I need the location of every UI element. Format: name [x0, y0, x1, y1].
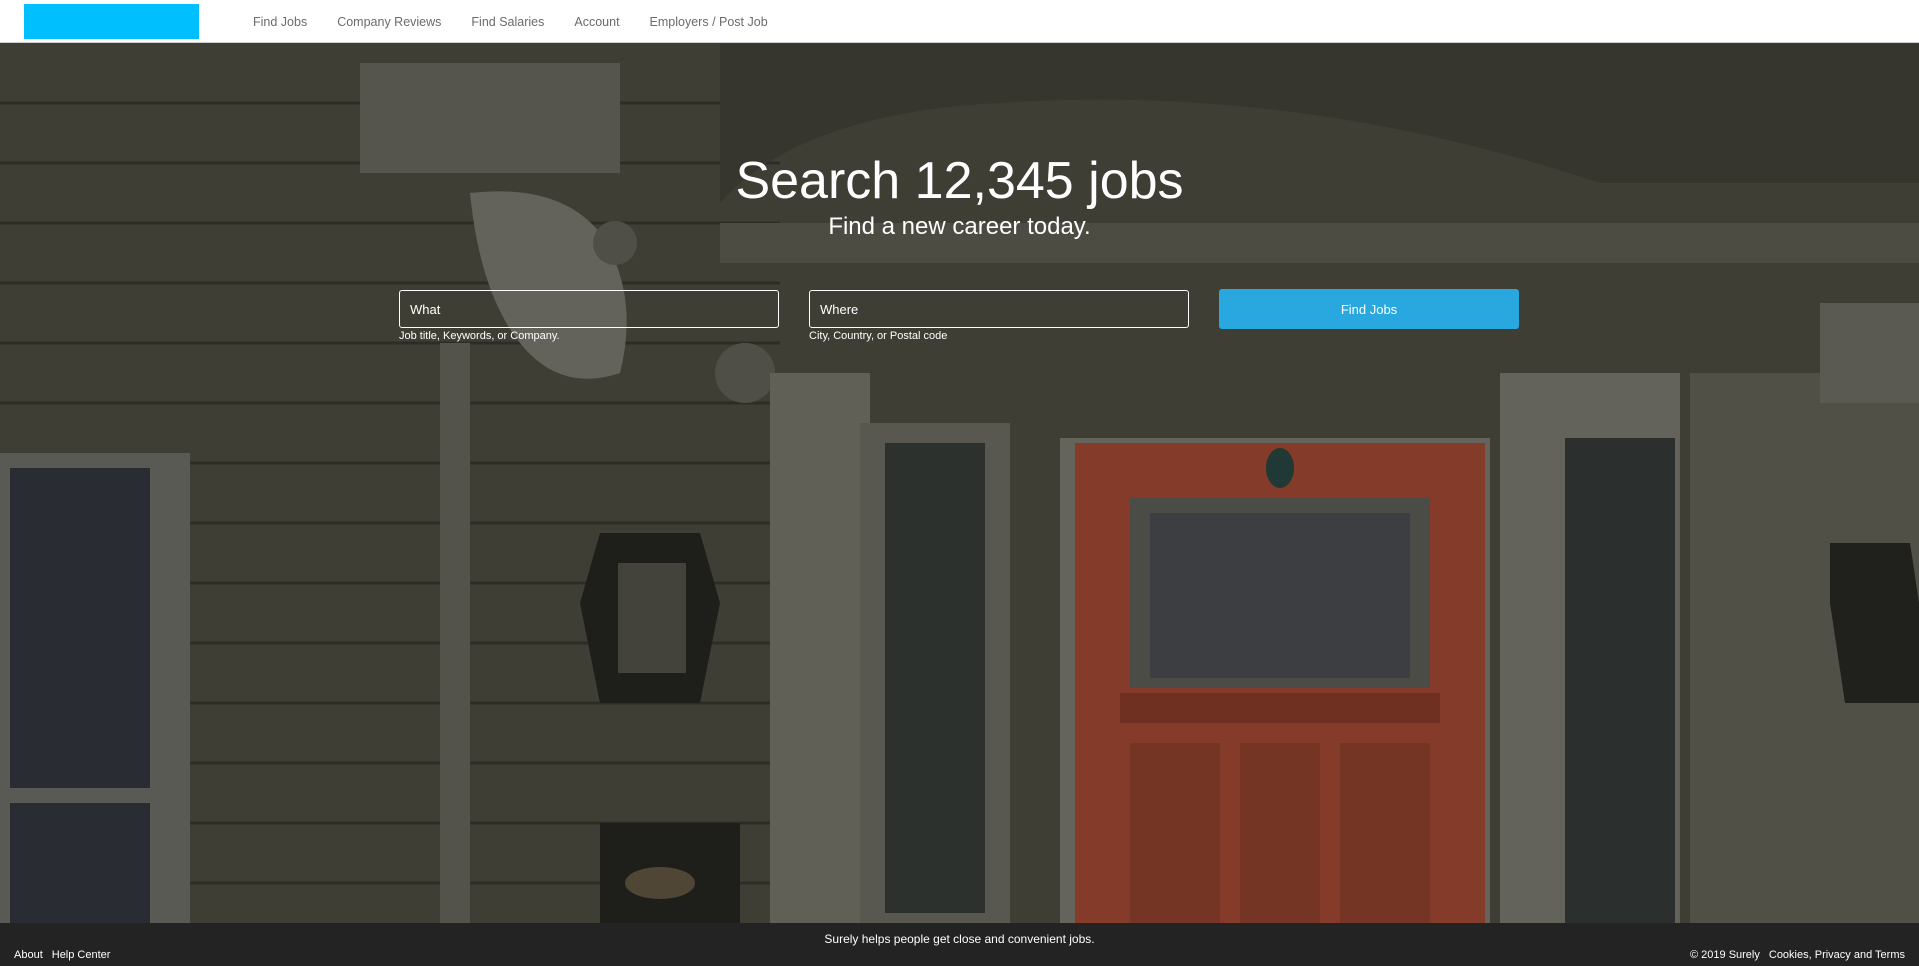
where-search-input[interactable] — [809, 290, 1189, 328]
footer-about-link[interactable]: About — [14, 949, 43, 961]
main-nav: Find Jobs Company Reviews Find Salaries … — [253, 0, 798, 43]
what-hint: Job title, Keywords, or Company. — [399, 330, 560, 342]
what-search-input[interactable] — [399, 290, 779, 328]
site-logo[interactable] — [24, 4, 199, 39]
hero-title: Search 12,345 jobs — [735, 152, 1184, 210]
hero-section: Search 12,345 jobs Find a new career tod… — [0, 43, 1919, 923]
nav-account[interactable]: Account — [574, 15, 619, 29]
site-footer: Surely helps people get close and conven… — [0, 923, 1919, 966]
hero-subtitle: Find a new career today. — [828, 213, 1091, 240]
footer-terms-link[interactable]: Cookies, Privacy and Terms — [1769, 949, 1905, 961]
nav-employers-post-job[interactable]: Employers / Post Job — [650, 15, 768, 29]
footer-copyright: © 2019 Surely — [1690, 949, 1760, 961]
nav-find-salaries[interactable]: Find Salaries — [471, 15, 544, 29]
footer-help-center-link[interactable]: Help Center — [52, 949, 111, 961]
top-navigation-bar: Find Jobs Company Reviews Find Salaries … — [0, 0, 1919, 43]
find-jobs-button[interactable]: Find Jobs — [1219, 289, 1519, 329]
nav-company-reviews[interactable]: Company Reviews — [337, 15, 441, 29]
footer-right-links: © 2019 Surely Cookies, Privacy and Terms — [1690, 949, 1905, 961]
where-hint: City, Country, or Postal code — [809, 330, 948, 342]
footer-tagline: Surely helps people get close and conven… — [824, 932, 1095, 946]
footer-left-links: About Help Center — [14, 949, 119, 961]
nav-find-jobs[interactable]: Find Jobs — [253, 15, 307, 29]
